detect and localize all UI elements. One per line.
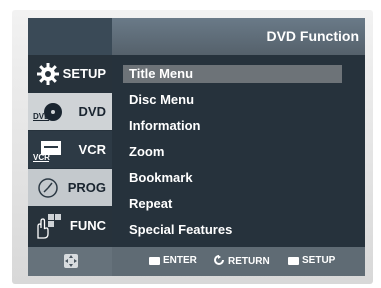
setup-key-icon bbox=[288, 256, 299, 265]
enter-hint-label: ENTER bbox=[163, 255, 197, 266]
sidebar: SETUP DVD DVD VCR VCR PROG FUNC bbox=[28, 55, 112, 247]
dpad-icon bbox=[62, 252, 80, 275]
menu-item-information[interactable]: Information bbox=[123, 117, 339, 135]
menu-item-repeat[interactable]: Repeat bbox=[123, 195, 339, 213]
return-hint-label: RETURN bbox=[228, 256, 270, 267]
sidebar-item-label: VCR bbox=[78, 142, 106, 157]
footer-bar: ENTER RETURN SETUP bbox=[28, 247, 365, 276]
sidebar-item-prog[interactable]: PROG bbox=[28, 169, 112, 206]
osd-screen: DVD Function SETUP DVD DVD VCR VCR PROG … bbox=[28, 18, 365, 276]
sidebar-item-label: PROG bbox=[67, 180, 106, 195]
sidebar-item-dvd[interactable]: DVD DVD bbox=[28, 93, 112, 130]
enter-key-icon bbox=[149, 256, 160, 265]
dvd-icon: DVD bbox=[32, 97, 64, 126]
function-menu: Title Menu Disc Menu Information Zoom Bo… bbox=[112, 55, 365, 247]
menu-item-zoom[interactable]: Zoom bbox=[123, 143, 339, 161]
return-arrow-icon bbox=[214, 255, 225, 268]
header: DVD Function bbox=[28, 18, 365, 55]
return-hint: RETURN bbox=[214, 255, 270, 268]
gear-icon bbox=[32, 59, 64, 88]
setup-hint-label: SETUP bbox=[302, 255, 336, 266]
sidebar-item-setup[interactable]: SETUP bbox=[28, 55, 112, 92]
menu-item-special-features[interactable]: Special Features bbox=[123, 221, 339, 239]
sidebar-item-label: SETUP bbox=[62, 66, 106, 81]
sidebar-item-func[interactable]: FUNC bbox=[28, 207, 112, 244]
header-bar: DVD Function bbox=[112, 18, 365, 55]
clock-icon bbox=[32, 173, 64, 202]
footer-left-panel bbox=[28, 247, 112, 276]
enter-hint: ENTER bbox=[149, 255, 197, 266]
setup-hint: SETUP bbox=[288, 255, 335, 266]
menu-item-disc-menu[interactable]: Disc Menu bbox=[123, 91, 339, 109]
sidebar-item-label: FUNC bbox=[69, 218, 106, 233]
vcr-logo-text: VCR bbox=[33, 153, 50, 162]
vcr-icon: VCR bbox=[32, 135, 64, 164]
page-title: DVD Function bbox=[266, 28, 359, 44]
menu-item-title-menu[interactable]: Title Menu bbox=[123, 65, 342, 83]
hand-icon bbox=[32, 211, 64, 240]
header-left-panel bbox=[28, 18, 112, 55]
sidebar-item-vcr[interactable]: VCR VCR bbox=[28, 131, 112, 168]
sidebar-item-label: DVD bbox=[78, 104, 106, 119]
menu-item-bookmark[interactable]: Bookmark bbox=[123, 169, 339, 187]
dvd-logo-text: DVD bbox=[33, 112, 50, 121]
